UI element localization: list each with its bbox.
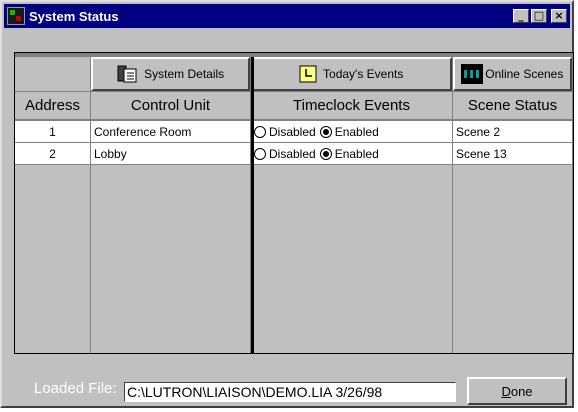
todays-events-button[interactable]: Today's Events	[250, 57, 452, 91]
table-row[interactable]: 2 Lobby Disabled Enabled Scene 13	[15, 143, 573, 165]
header-scene-status[interactable]: Scene Status	[453, 92, 573, 120]
system-details-label: System Details	[144, 67, 225, 81]
cell-scene-status: Scene 13	[453, 143, 573, 165]
enabled-label: Enabled	[334, 146, 379, 161]
empty-grid-area	[15, 165, 573, 353]
todays-events-label: Today's Events	[323, 67, 404, 81]
enabled-radio-option[interactable]: Enabled	[319, 146, 379, 161]
cell-address: 1	[15, 121, 91, 143]
disabled-radio-option[interactable]: Disabled	[254, 147, 316, 161]
empty-col	[91, 165, 251, 353]
corner-cell	[15, 57, 91, 91]
enabled-radio[interactable]	[319, 125, 332, 138]
online-scenes-button[interactable]: Online Scenes	[452, 57, 572, 91]
cell-control-unit: Lobby	[91, 143, 251, 165]
window-title: System Status	[29, 8, 119, 24]
column-header-row: Address Control Unit Timeclock Events Sc…	[15, 92, 573, 120]
enabled-label: Enabled	[334, 124, 379, 139]
disabled-radio[interactable]	[254, 125, 266, 138]
empty-col	[453, 165, 573, 353]
done-button[interactable]: Done	[467, 377, 567, 405]
cell-address: 2	[15, 143, 91, 165]
cell-timeclock: Disabled Enabled	[251, 121, 453, 143]
empty-col	[15, 165, 91, 353]
title-bar[interactable]: System Status _ □ ×	[4, 4, 570, 28]
disabled-label: Disabled	[269, 146, 316, 161]
enabled-radio[interactable]	[319, 147, 332, 160]
enabled-radio-option[interactable]: Enabled	[319, 124, 379, 139]
cell-control-unit: Conference Room	[91, 121, 251, 143]
system-status-window: System Status _ □ × System Details Today…	[0, 0, 574, 408]
header-timeclock-events[interactable]: Timeclock Events	[251, 92, 453, 120]
header-control-unit[interactable]: Control Unit	[91, 92, 251, 120]
cell-timeclock: Disabled Enabled	[251, 143, 453, 165]
loaded-file-label: Loaded File:	[34, 380, 117, 397]
disabled-radio-option[interactable]: Disabled	[254, 125, 316, 139]
done-label: Done	[501, 383, 533, 399]
maximize-button[interactable]: □	[531, 9, 547, 23]
header-address[interactable]: Address	[15, 92, 91, 120]
loaded-file-field: C:\LUTRON\LIAISON\DEMO.LIA 3/26/98	[124, 382, 456, 402]
scene-icon	[461, 64, 484, 84]
disabled-label: Disabled	[269, 124, 316, 139]
footer-bar: Loaded File: C:\LUTRON\LIAISON\DEMO.LIA …	[0, 372, 578, 405]
close-button[interactable]: ×	[551, 9, 567, 23]
frozen-column-divider	[251, 57, 254, 353]
system-details-button[interactable]: System Details	[90, 57, 250, 91]
toolbar-row: System Details Today's Events Online Sce…	[15, 57, 573, 91]
system-details-icon	[117, 65, 137, 83]
disabled-radio[interactable]	[254, 147, 266, 160]
app-icon	[7, 7, 25, 25]
cell-scene-status: Scene 2	[453, 121, 573, 143]
clock-icon	[299, 65, 317, 83]
table-row[interactable]: 1 Conference Room Disabled Enabled Scene…	[15, 121, 573, 143]
minimize-button[interactable]: _	[513, 9, 529, 23]
online-scenes-label: Online Scenes	[485, 67, 564, 81]
status-grid: System Details Today's Events Online Sce…	[14, 52, 574, 354]
empty-col	[251, 165, 453, 353]
